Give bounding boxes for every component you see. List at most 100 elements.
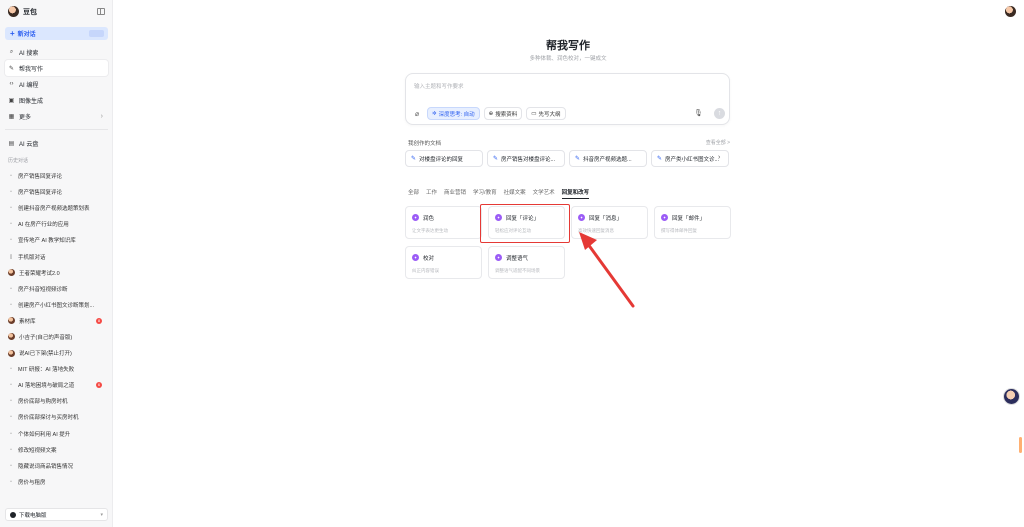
deep-think-icon: ✲ bbox=[432, 110, 437, 117]
tab-work[interactable]: 工作 bbox=[426, 188, 437, 199]
history-item[interactable]: ▯ 手机版对话 bbox=[5, 248, 108, 264]
tab-education[interactable]: 学习/教育 bbox=[473, 188, 497, 199]
history-item[interactable]: ▫ 房价底部与购房时机 bbox=[5, 393, 108, 409]
history-item[interactable]: 小吉子(自己的声音版) bbox=[5, 329, 108, 345]
sidebar-item-ai-coding[interactable]: ‹› AI 编程 bbox=[5, 76, 108, 92]
tab-social[interactable]: 社媒文案 bbox=[504, 188, 526, 199]
doc-card[interactable]: ✎ 对楼盘评论的回复 bbox=[405, 150, 483, 167]
category-tabs: 全部 工作 商业营销 学习/教育 社媒文案 文学艺术 回复和改写 bbox=[408, 188, 590, 199]
card-desc: 让文字表达更生动 bbox=[412, 228, 448, 233]
doc-card[interactable]: ✎ 房产销售对楼盘评论... bbox=[487, 150, 565, 167]
history-list: ▫ 房产销售回复评论 ▫ 房产销售回复评论 ▫ 创建抖音房产视频选题策划表 ▫ AI 在… bbox=[5, 168, 108, 490]
chat-icon: ▫ bbox=[10, 173, 12, 180]
history-item[interactable]: ▫ 宣传地产 AI 教学知识库 bbox=[5, 232, 108, 248]
search-toggle[interactable]: ⊕ 搜索资料 bbox=[483, 107, 523, 120]
history-item-label: 说AI已下架(禁止打开) bbox=[19, 351, 72, 358]
doc-title: 房产类小红书图文诊... bbox=[665, 156, 720, 163]
doubao-logo-icon bbox=[8, 6, 19, 17]
send-button[interactable]: ↑ bbox=[714, 108, 725, 119]
sidebar-item-writing[interactable]: ✎ 帮我写作 bbox=[5, 60, 108, 76]
chevron-down-icon: ▾ bbox=[100, 511, 103, 518]
history-item[interactable]: ▫ 创建房产小红书图文诊断策划... bbox=[5, 297, 108, 313]
card-title: 润色 bbox=[423, 216, 435, 222]
doc-card[interactable]: ✎ 抖音房产视频选题... bbox=[569, 150, 647, 167]
attachment-icon[interactable]: ⌀ bbox=[411, 108, 423, 120]
chat-icon: ▫ bbox=[10, 366, 12, 373]
sidebar-item-image-gen[interactable]: ▣ 图像生成 bbox=[5, 92, 108, 108]
chat-icon: ▫ bbox=[10, 478, 12, 485]
outline-toggle[interactable]: ▭ 先写大纲 bbox=[526, 107, 566, 120]
my-docs-title: 我创作的文档 bbox=[408, 141, 442, 147]
tab-marketing[interactable]: 商业营销 bbox=[444, 188, 466, 199]
tab-reply-rewrite[interactable]: 回复和改写 bbox=[561, 188, 590, 199]
search-label: 搜索资料 bbox=[495, 111, 518, 118]
pen-icon: ✎ bbox=[8, 65, 15, 72]
template-card-proofread[interactable]: ✦ 校对 纠正内容错误 bbox=[405, 246, 482, 279]
history-item[interactable]: 说AI已下架(禁止打开) bbox=[5, 345, 108, 361]
side-tab-handle[interactable] bbox=[1019, 437, 1022, 453]
history-item[interactable]: ▫ 房价底部探讨与买房时机 bbox=[5, 409, 108, 425]
history-item[interactable]: ▫ 房产销售回复评论 bbox=[5, 168, 108, 184]
card-desc: 调整语气适配不同场景 bbox=[495, 268, 540, 273]
history-item[interactable]: ▫ AI 在房产行业的应用 bbox=[5, 216, 108, 232]
deep-think-toggle[interactable]: ✲ 深度思考: 自动 bbox=[427, 107, 480, 120]
floating-assistant-avatar[interactable] bbox=[1004, 389, 1019, 404]
microphone-icon[interactable]: 🎙︎ bbox=[694, 109, 703, 117]
history-item[interactable]: ▫ 修改短视频文案 bbox=[5, 442, 108, 458]
highlight-box bbox=[480, 204, 570, 243]
history-item-label: AI 在房产行业的应用 bbox=[18, 222, 69, 229]
history-item-label: 房产销售回复评论 bbox=[18, 174, 63, 181]
card-title: 调整语气 bbox=[506, 256, 529, 262]
history-item[interactable]: ▫ 个体如何利用 AI 提升 bbox=[5, 426, 108, 442]
download-desktop-button[interactable]: 下载电脑版 ▾ bbox=[5, 508, 108, 521]
card-title: 校对 bbox=[423, 256, 435, 262]
chat-icon: ▫ bbox=[10, 446, 12, 453]
history-item[interactable]: ▫ 隐藏说词商品销售情况 bbox=[5, 458, 108, 474]
history-item[interactable]: 素材库 8 bbox=[5, 313, 108, 329]
history-item[interactable]: ▫ 房价与租房 bbox=[5, 474, 108, 490]
chevron-right-icon[interactable]: › bbox=[718, 154, 720, 161]
sidebar-item-label: AI 云盘 bbox=[19, 141, 39, 148]
history-item-label: 房产销售回复评论 bbox=[18, 190, 63, 197]
history-item-label: 王者荣耀考试2.0 bbox=[19, 270, 60, 277]
template-card-reply-email[interactable]: ✦ 回复「邮件」 撰写得体邮件回复 bbox=[654, 206, 731, 239]
chat-icon: ▫ bbox=[10, 205, 12, 212]
polish-icon: ✦ bbox=[412, 214, 419, 221]
chat-icon: ▫ bbox=[10, 221, 12, 228]
sidebar-collapse-icon[interactable] bbox=[97, 8, 105, 15]
history-item[interactable]: ▫ 创建抖音房产视频选题策划表 bbox=[5, 200, 108, 216]
divider bbox=[5, 129, 108, 130]
writing-input-box[interactable]: 输入主题和写作要求 ⌀ ✲ 深度思考: 自动 ⊕ 搜索资料 ▭ 先写大纲 🎙︎ … bbox=[405, 73, 730, 125]
user-avatar[interactable] bbox=[1005, 6, 1016, 17]
history-item-label: 小吉子(自己的声音版) bbox=[19, 334, 73, 341]
agent-avatar-icon bbox=[8, 349, 15, 357]
chat-icon: ▫ bbox=[10, 398, 12, 405]
download-label: 下载电脑版 bbox=[19, 512, 47, 519]
sidebar-item-label: 帮我写作 bbox=[19, 66, 44, 73]
history-item[interactable]: 王者荣耀考试2.0 bbox=[5, 265, 108, 281]
unread-badge: 8 bbox=[96, 317, 102, 324]
template-card-polish[interactable]: ✦ 润色 让文字表达更生动 bbox=[405, 206, 482, 239]
brand[interactable]: 豆包 bbox=[8, 6, 37, 17]
tab-all[interactable]: 全部 bbox=[408, 188, 419, 199]
history-item[interactable]: ▫ AI 落地困境与破局之道 6 bbox=[5, 377, 108, 393]
input-placeholder[interactable]: 输入主题和写作要求 bbox=[414, 82, 464, 90]
history-item[interactable]: ▫ MIT 研报：AI 落地失败 bbox=[5, 361, 108, 377]
shortcut-badge bbox=[89, 30, 104, 37]
chat-icon: ▫ bbox=[10, 301, 12, 308]
outline-icon: ▭ bbox=[531, 110, 537, 117]
sidebar-item-more[interactable]: ▦ 更多 › bbox=[5, 108, 108, 124]
tab-literature[interactable]: 文学艺术 bbox=[533, 188, 555, 199]
tone-icon: ✦ bbox=[495, 254, 502, 261]
unread-badge: 6 bbox=[96, 382, 102, 389]
page-subtitle: 多种体裁、润色校对，一键成文 bbox=[529, 56, 607, 62]
view-all-link[interactable]: 查看全部 > bbox=[706, 139, 730, 146]
chat-icon: ▫ bbox=[10, 382, 12, 389]
outline-label: 先写大纲 bbox=[538, 111, 561, 118]
history-item[interactable]: ▫ 房产销售回复评论 bbox=[5, 184, 108, 200]
template-card-tone[interactable]: ✦ 调整语气 调整语气适配不同场景 bbox=[488, 246, 565, 279]
document-icon: ✎ bbox=[575, 156, 581, 162]
history-item[interactable]: ▫ 房产抖音短视频诊断 bbox=[5, 281, 108, 297]
sidebar-item-cloud[interactable]: ▤ AI 云盘 bbox=[5, 135, 108, 151]
doc-title: 房产销售对楼盘评论... bbox=[501, 156, 556, 163]
